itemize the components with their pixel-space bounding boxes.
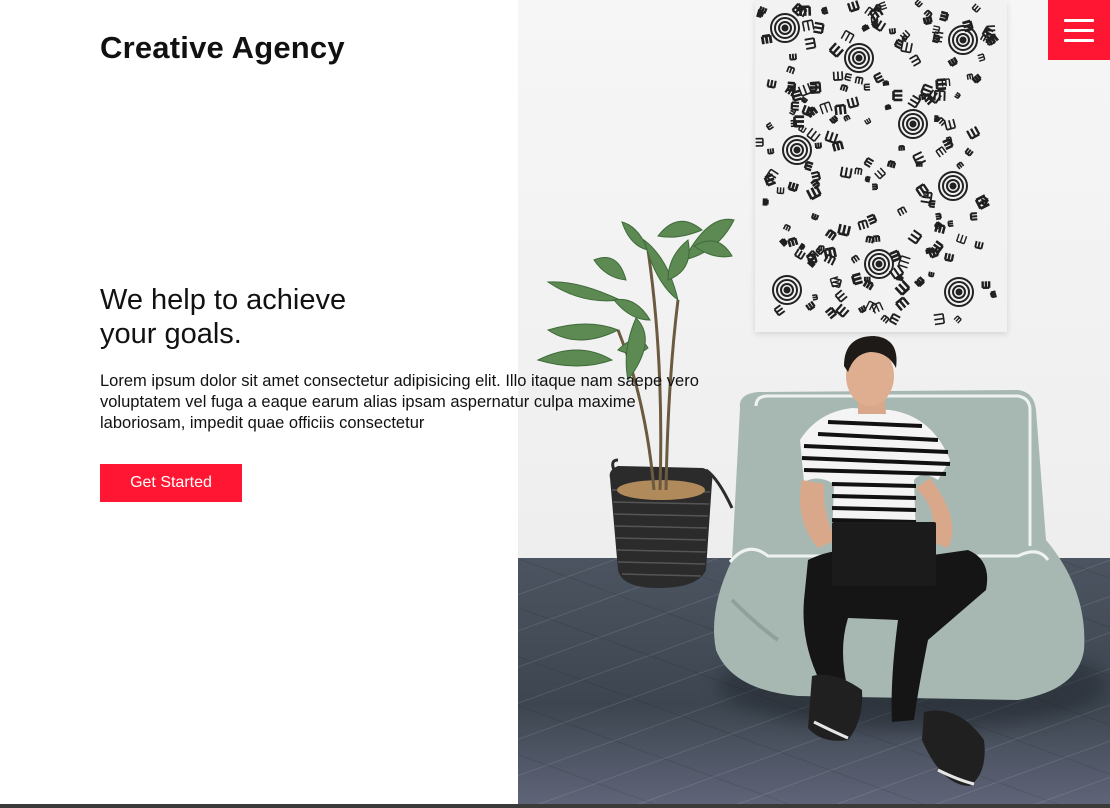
hero-headline: We help to achieve your goals. [100,283,420,351]
menu-button[interactable] [1048,0,1110,60]
hamburger-menu-icon [1064,18,1094,22]
hero-description: Lorem ipsum dolor sit amet consectetur a… [100,372,699,432]
hamburger-menu-icon-line [1064,38,1094,42]
site-logo[interactable]: Creative Agency [100,30,345,66]
plant-basket [609,458,734,588]
hero-headline-line-1: We help to achieve [100,284,347,316]
get-started-button[interactable]: Get Started [100,464,242,502]
plant-leaves [536,218,735,382]
bottom-border [0,804,1110,808]
hamburger-menu-icon-line [1064,28,1094,32]
hero-headline-line-2: your goals. [100,318,242,350]
landing-page: Creative Agency We help to achieve your … [0,0,1110,808]
